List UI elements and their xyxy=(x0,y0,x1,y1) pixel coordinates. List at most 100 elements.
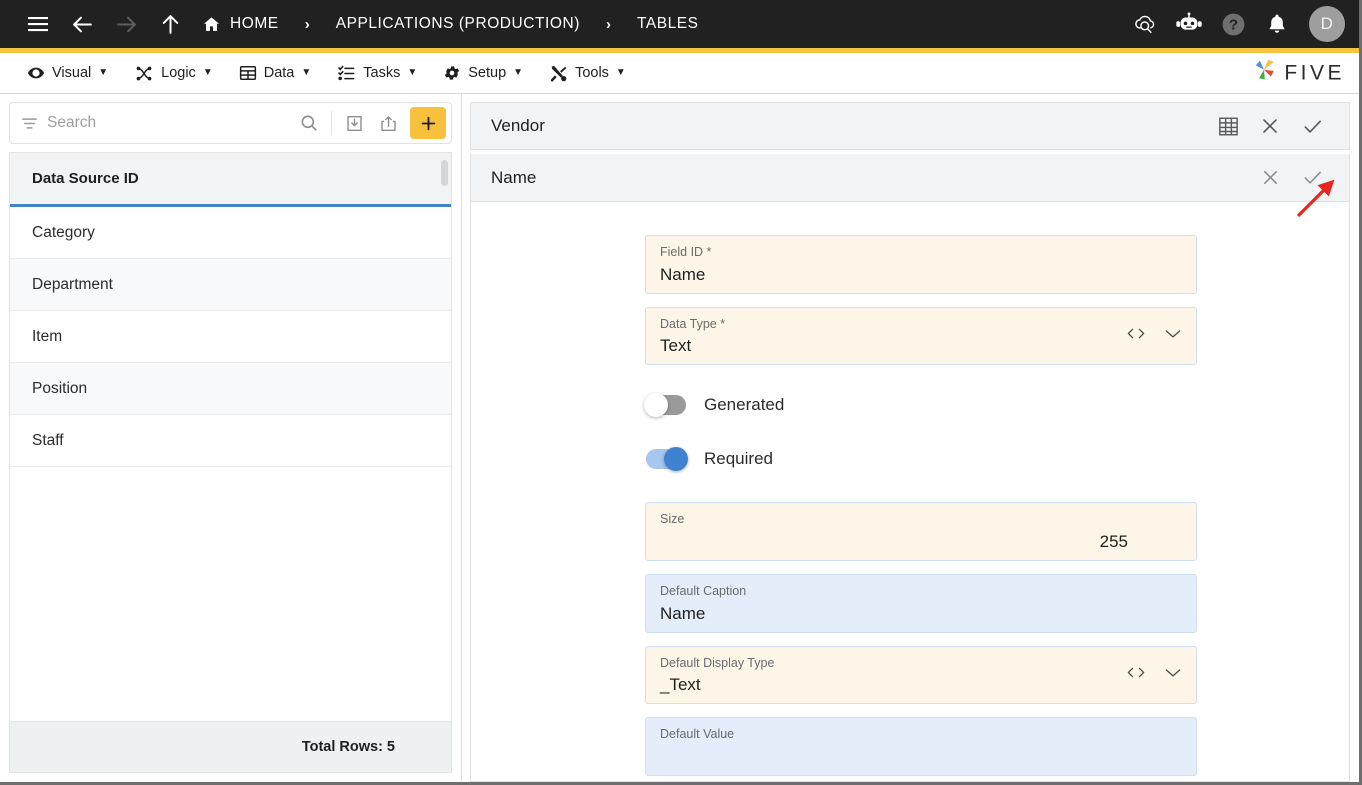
field-id-label: Field ID * xyxy=(660,245,712,259)
chevron-down-icon[interactable] xyxy=(1163,665,1183,684)
chevron-down-icon: ▼ xyxy=(407,67,418,78)
table-grid-icon xyxy=(239,64,257,82)
breadcrumb-tables-label: TABLES xyxy=(636,15,699,32)
back-arrow-icon[interactable] xyxy=(60,2,104,46)
checklist-icon xyxy=(337,64,356,83)
breadcrumb-tables[interactable]: TABLES xyxy=(633,15,703,33)
close-icon[interactable] xyxy=(1249,157,1291,199)
toggle-knob xyxy=(664,447,688,472)
five-pinwheel-icon xyxy=(1251,58,1277,89)
required-toggle-label: Required xyxy=(704,449,773,469)
search-box[interactable] xyxy=(9,102,452,144)
chevron-down-icon: ▼ xyxy=(301,67,312,78)
size-label: Size xyxy=(660,512,685,527)
chevron-down-icon[interactable] xyxy=(1163,326,1183,345)
main-panel: Vendor Name Field ID * Name Data Type * … xyxy=(462,94,1359,782)
chevron-down-icon: ▼ xyxy=(202,67,213,78)
list-item[interactable]: Category xyxy=(10,207,451,259)
menu-item-tools-label: Tools xyxy=(575,65,609,81)
sidebar-panel: Data Source ID Category Department Item … xyxy=(0,94,462,782)
generated-toggle-row[interactable]: Generated xyxy=(644,378,1197,432)
size-value: 255 xyxy=(1099,531,1128,551)
svg-text:?: ? xyxy=(1228,16,1237,33)
search-input[interactable] xyxy=(47,114,292,132)
list-item[interactable]: Item xyxy=(10,311,451,363)
page-title: Vendor xyxy=(491,116,545,135)
confirm-check-icon[interactable] xyxy=(1291,105,1333,147)
filter-icon[interactable] xyxy=(20,114,39,133)
search-icon[interactable] xyxy=(292,106,326,140)
data-type-select[interactable]: Data Type * Text xyxy=(645,306,1197,366)
menu-item-data-label: Data xyxy=(263,65,295,81)
import-icon[interactable] xyxy=(337,106,371,140)
cloud-search-icon[interactable] xyxy=(1125,4,1165,44)
forward-arrow-icon xyxy=(104,2,148,46)
list-item-label: Staff xyxy=(32,431,64,449)
menu-item-visual[interactable]: Visual ▼ xyxy=(14,53,121,93)
chevron-down-icon: ▼ xyxy=(98,67,109,78)
up-arrow-icon[interactable] xyxy=(148,2,192,46)
robot-chat-icon[interactable] xyxy=(1169,4,1209,44)
menu-item-tasks[interactable]: Tasks ▼ xyxy=(324,53,430,93)
total-rows-label: Total Rows: 5 xyxy=(301,739,395,755)
help-icon[interactable]: ? xyxy=(1213,4,1253,44)
top-bar-left-group: HOME › APPLICATIONS (PRODUCTION) › TABLE… xyxy=(16,2,1125,46)
code-icon[interactable] xyxy=(1125,325,1147,346)
data-type-value: Text xyxy=(660,336,692,356)
menu-item-tasks-label: Tasks xyxy=(363,65,401,81)
menu-item-setup-label: Setup xyxy=(468,65,507,81)
export-icon[interactable] xyxy=(371,106,405,140)
menu-item-logic[interactable]: Logic ▼ xyxy=(121,53,226,93)
panel-subheader-field: Name xyxy=(470,154,1350,202)
list-scrollbar-thumb[interactable] xyxy=(441,160,448,186)
field-id-input[interactable]: Field ID * Name xyxy=(645,235,1197,294)
home-icon xyxy=(202,15,221,34)
default-caption-input[interactable]: Default Caption Name xyxy=(645,573,1197,633)
menu-item-setup[interactable]: Setup ▼ xyxy=(430,53,536,93)
default-caption-value: Name xyxy=(660,603,706,623)
code-icon[interactable] xyxy=(1125,664,1147,685)
size-input[interactable]: Size 255 xyxy=(645,502,1197,561)
hamburger-menu-icon[interactable] xyxy=(16,2,60,46)
content-area: Data Source ID Category Department Item … xyxy=(0,94,1359,782)
field-title: Name xyxy=(491,167,537,187)
list-item-label: Category xyxy=(32,223,95,241)
notification-bell-icon[interactable] xyxy=(1257,4,1297,44)
field-form: Field ID * Name Data Type * Text Generat… xyxy=(470,202,1350,782)
close-icon[interactable] xyxy=(1249,105,1291,147)
brand-name: FIVE xyxy=(1284,61,1345,84)
chevron-down-icon: ▼ xyxy=(615,67,626,78)
default-display-type-select[interactable]: Default Display Type _Text xyxy=(645,645,1197,705)
add-button[interactable] xyxy=(410,107,446,139)
application-window: HOME › APPLICATIONS (PRODUCTION) › TABLE… xyxy=(0,0,1362,785)
data-source-list-card: Data Source ID Category Department Item … xyxy=(9,152,452,721)
list-item[interactable]: Department xyxy=(10,259,451,311)
list-item[interactable]: Staff xyxy=(10,415,451,467)
field-id-value: Name xyxy=(660,264,706,284)
breadcrumb-applications[interactable]: APPLICATIONS (PRODUCTION) xyxy=(332,15,584,33)
required-toggle-row[interactable]: Required xyxy=(646,432,1197,486)
breadcrumb-separator-1: › xyxy=(304,15,310,33)
list-column-header[interactable]: Data Source ID xyxy=(10,153,451,207)
breadcrumb-applications-label: APPLICATIONS (PRODUCTION) xyxy=(335,15,580,32)
generated-toggle-label: Generated xyxy=(704,395,785,415)
default-value-input[interactable]: Default Value xyxy=(645,717,1197,776)
required-toggle[interactable] xyxy=(646,447,688,472)
toggle-knob xyxy=(644,393,668,418)
menu-item-data[interactable]: Data ▼ xyxy=(226,53,325,93)
panel-header-vendor: Vendor xyxy=(470,102,1350,150)
generated-toggle[interactable] xyxy=(644,393,686,418)
breadcrumb-home[interactable]: HOME xyxy=(198,15,283,34)
list-item[interactable]: Position xyxy=(10,363,451,415)
confirm-check-icon[interactable] xyxy=(1291,157,1333,199)
default-display-type-value: _Text xyxy=(660,675,701,695)
menu-item-tools[interactable]: Tools ▼ xyxy=(536,53,639,93)
avatar[interactable]: D xyxy=(1309,6,1345,42)
breadcrumb-separator-2: › xyxy=(605,15,611,33)
default-value-value xyxy=(660,746,1182,767)
top-navigation-bar: HOME › APPLICATIONS (PRODUCTION) › TABLE… xyxy=(0,0,1359,48)
search-toolbar xyxy=(0,94,461,150)
data-type-label: Data Type * xyxy=(660,316,726,331)
total-rows-footer: Total Rows: 5 xyxy=(9,721,452,773)
table-grid-icon[interactable] xyxy=(1207,105,1249,147)
